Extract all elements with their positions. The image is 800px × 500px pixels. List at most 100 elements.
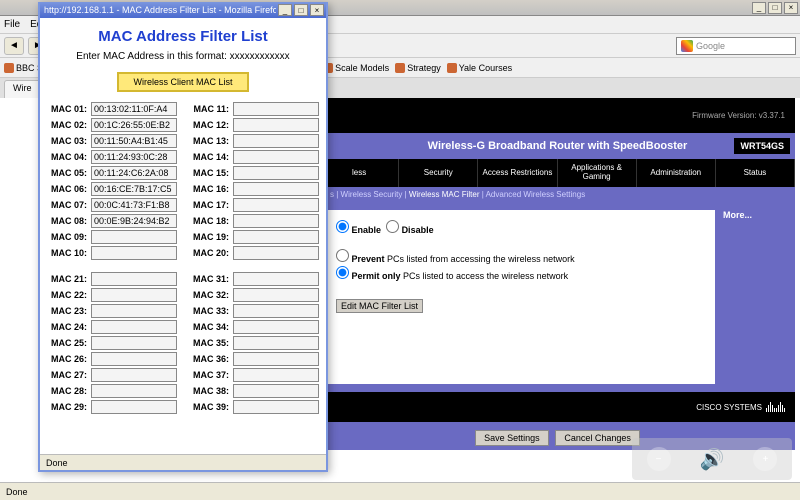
subnav-active[interactable]: Wireless MAC Filter (409, 190, 480, 199)
mac-input[interactable] (233, 352, 319, 366)
mac-input[interactable] (233, 288, 319, 302)
mac-input[interactable] (91, 166, 177, 180)
mac-input[interactable] (233, 150, 319, 164)
radio-enable[interactable] (336, 220, 349, 233)
opt-prevent[interactable]: Prevent PCs listed from accessing the wi… (336, 249, 707, 264)
radio-prevent[interactable] (336, 249, 349, 262)
edit-mac-filter-button[interactable]: Edit MAC Filter List (336, 299, 423, 313)
mac-input[interactable] (91, 336, 177, 350)
volume-up-icon[interactable]: + (753, 447, 777, 471)
mac-input[interactable] (233, 336, 319, 350)
mac-row: MAC 11: (189, 102, 319, 116)
router-nav-item[interactable]: less (320, 159, 399, 187)
popup-heading: MAC Address Filter List (48, 28, 318, 45)
mac-row: MAC 22: (47, 288, 177, 302)
mac-label: MAC 33: (189, 306, 229, 316)
mac-label: MAC 03: (47, 136, 87, 146)
mac-input[interactable] (91, 400, 177, 414)
mac-row: MAC 21: (47, 272, 177, 286)
mac-input[interactable] (233, 368, 319, 382)
mac-input[interactable] (91, 352, 177, 366)
mac-label: MAC 26: (47, 354, 87, 364)
mac-row: MAC 26: (47, 352, 177, 366)
mac-row: MAC 18: (189, 214, 319, 228)
maximize-icon[interactable]: □ (768, 2, 782, 14)
mac-input[interactable] (91, 246, 177, 260)
mac-label: MAC 29: (47, 402, 87, 412)
save-settings-button[interactable]: Save Settings (475, 430, 549, 446)
router-nav-item[interactable]: Security (399, 159, 478, 187)
mac-input[interactable] (233, 102, 319, 116)
mac-input[interactable] (91, 198, 177, 212)
bookmark-label: Scale Models (335, 63, 389, 73)
wireless-client-mac-list-button[interactable]: Wireless Client MAC List (117, 72, 248, 92)
speaker-icon[interactable]: 🔊 (700, 447, 725, 472)
popup-close-icon[interactable]: × (310, 4, 324, 16)
mac-filter-form: Enable Disable Prevent PCs listed from a… (328, 210, 715, 384)
mac-input[interactable] (91, 320, 177, 334)
mac-input[interactable] (91, 182, 177, 196)
opt-permit[interactable]: Permit only PCs listed to access the wir… (336, 266, 707, 281)
mac-row: MAC 27: (47, 368, 177, 382)
mac-filter-popup: http://192.168.1.1 - MAC Address Filter … (38, 2, 328, 472)
volume-down-icon[interactable]: − (647, 447, 671, 471)
mac-label: MAC 23: (47, 306, 87, 316)
popup-maximize-icon[interactable]: □ (294, 4, 308, 16)
mac-input[interactable] (233, 230, 319, 244)
bookmark-item[interactable]: Yale Courses (447, 63, 512, 73)
mac-input[interactable] (233, 198, 319, 212)
mac-input[interactable] (91, 214, 177, 228)
mac-row: MAC 24: (47, 320, 177, 334)
mac-input[interactable] (233, 272, 319, 286)
back-icon[interactable]: ◄ (4, 37, 24, 55)
mac-input[interactable] (233, 118, 319, 132)
subnav-left[interactable]: s | Wireless Security | (330, 190, 409, 199)
mac-input[interactable] (91, 118, 177, 132)
mac-input[interactable] (91, 102, 177, 116)
mac-input[interactable] (233, 134, 319, 148)
router-nav-item[interactable]: Applications & Gaming (558, 159, 637, 187)
router-nav-item[interactable]: Status (716, 159, 795, 187)
bookmark-icon (447, 63, 457, 73)
mac-input[interactable] (91, 384, 177, 398)
mac-input[interactable] (91, 150, 177, 164)
bookmark-label: Yale Courses (459, 63, 512, 73)
mac-input[interactable] (233, 246, 319, 260)
mac-row: MAC 15: (189, 166, 319, 180)
router-nav-item[interactable]: Access Restrictions (478, 159, 557, 187)
close-icon[interactable]: × (784, 2, 798, 14)
mac-label: MAC 12: (189, 120, 229, 130)
minimize-icon[interactable]: _ (752, 2, 766, 14)
mac-input[interactable] (233, 400, 319, 414)
mac-label: MAC 39: (189, 402, 229, 412)
cancel-changes-button[interactable]: Cancel Changes (555, 430, 640, 446)
mac-label: MAC 21: (47, 274, 87, 284)
bookmark-item[interactable]: Strategy (395, 63, 441, 73)
mac-row: MAC 25: (47, 336, 177, 350)
router-help-sidebar[interactable]: More... (715, 202, 795, 392)
radio-disable[interactable] (386, 220, 399, 233)
radio-permit[interactable] (336, 266, 349, 279)
mac-input[interactable] (91, 230, 177, 244)
popup-minimize-icon[interactable]: _ (278, 4, 292, 16)
bookmark-item[interactable]: Scale Models (323, 63, 389, 73)
subnav-right[interactable]: | Advanced Wireless Settings (480, 190, 586, 199)
mac-input[interactable] (91, 304, 177, 318)
volume-overlay: − 🔊 + (632, 438, 792, 480)
mac-input[interactable] (91, 134, 177, 148)
mac-input[interactable] (233, 166, 319, 180)
mac-input[interactable] (233, 320, 319, 334)
mac-row: MAC 32: (189, 288, 319, 302)
mac-input[interactable] (91, 368, 177, 382)
mac-input[interactable] (233, 304, 319, 318)
tab-wireless[interactable]: Wire (4, 80, 41, 98)
mac-input[interactable] (233, 214, 319, 228)
menu-file[interactable]: File (4, 19, 20, 30)
mac-input[interactable] (91, 288, 177, 302)
search-box[interactable]: Google (676, 37, 796, 55)
router-nav-item[interactable]: Administration (637, 159, 716, 187)
mac-input[interactable] (233, 182, 319, 196)
mac-input[interactable] (91, 272, 177, 286)
mac-input[interactable] (233, 384, 319, 398)
opt-enable-disable[interactable]: Enable Disable (336, 220, 707, 235)
